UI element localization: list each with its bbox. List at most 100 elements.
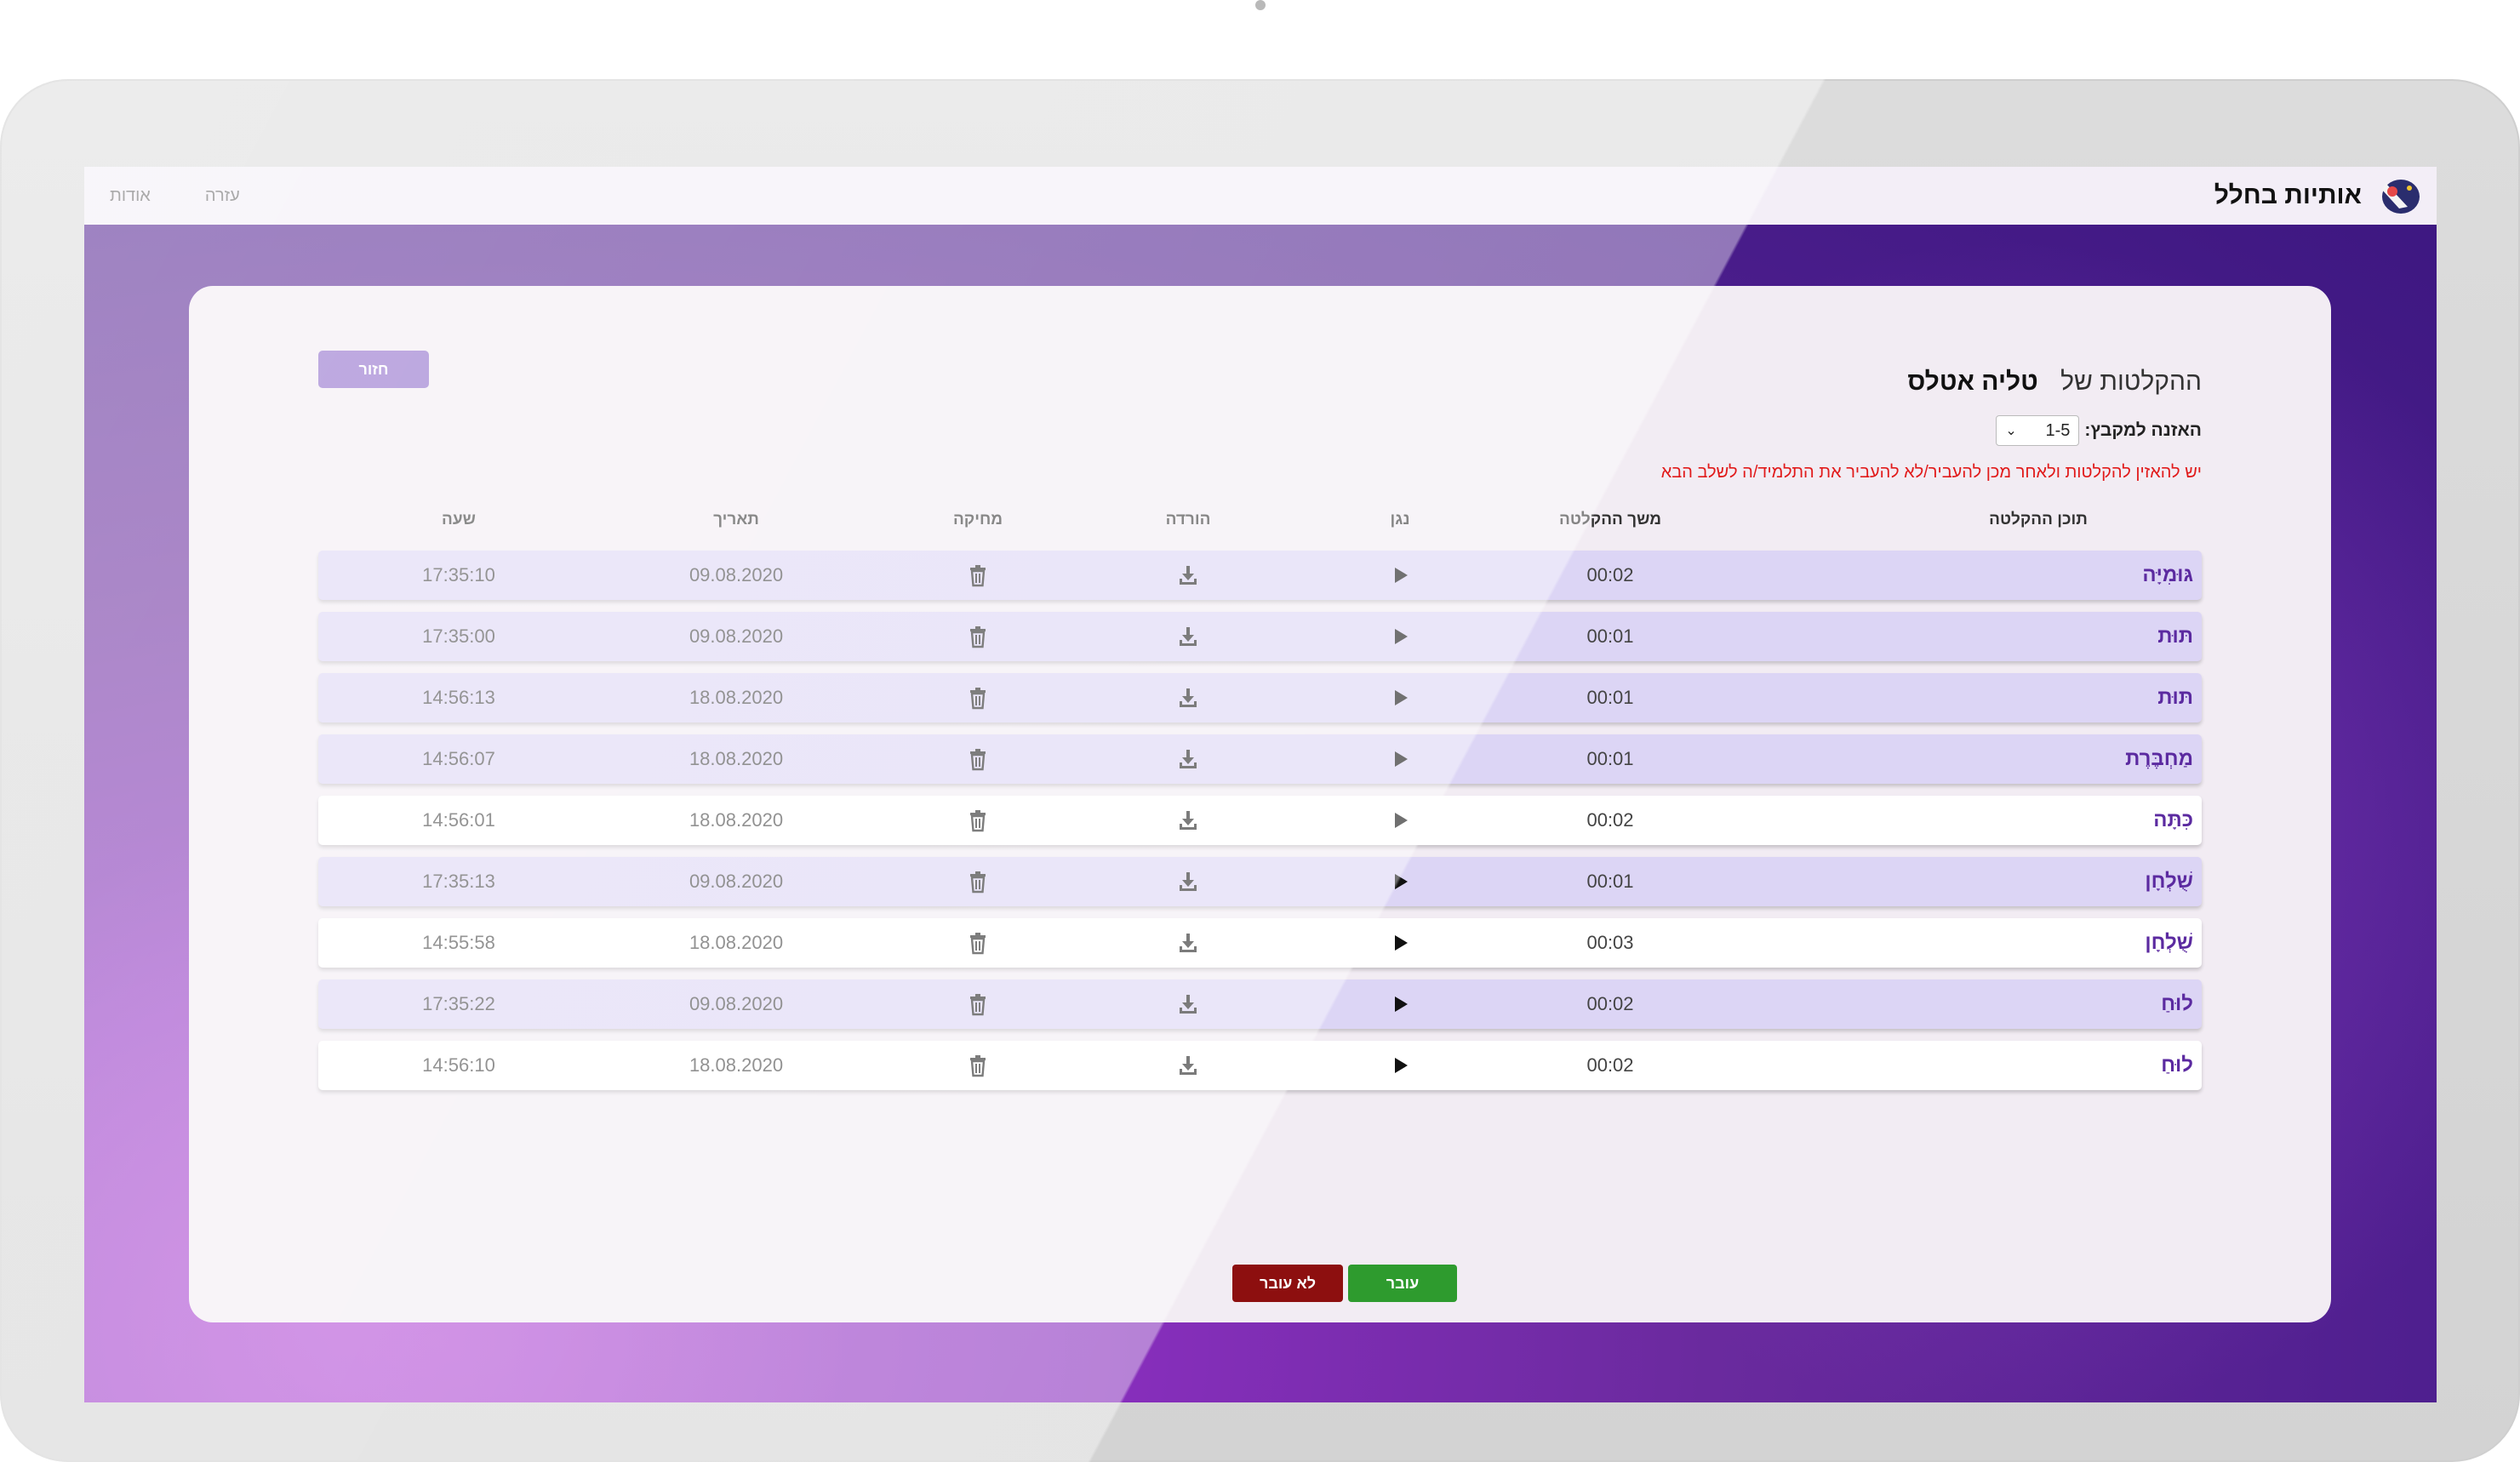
download-icon[interactable] xyxy=(1176,747,1200,771)
trash-icon[interactable] xyxy=(966,1054,990,1077)
header-date: תאריך xyxy=(713,511,759,528)
header-time: שעה xyxy=(442,511,476,528)
listen-batch-select[interactable]: 1-5 ⌄ xyxy=(1996,415,2080,446)
table-row: תּוּת 00:01 09.08.2020 17:35:00 xyxy=(318,612,2202,661)
recording-word: שֻׁלְחָן xyxy=(2145,931,2193,954)
play-icon[interactable] xyxy=(1388,686,1412,710)
student-name: טליה אטלס xyxy=(1907,368,2038,396)
listen-batch-row: האזנה למקבץ: 1-5 ⌄ xyxy=(1996,415,2202,446)
recording-time: 17:35:10 xyxy=(422,564,495,585)
recording-word: תּוּת xyxy=(2157,625,2193,648)
table-header: תוכן ההקלטה משך ההקלטה נגן הורדה מחיקה ת… xyxy=(318,511,2202,536)
table-row: לוּחַ 00:02 18.08.2020 14:56:10 xyxy=(318,1041,2202,1090)
recording-duration: 00:03 xyxy=(1586,932,1634,953)
table-row: לוּחַ 00:02 09.08.2020 17:35:22 xyxy=(318,979,2202,1029)
header-download: הורדה xyxy=(1165,511,1211,528)
table-row: שֻׁלְחָן 00:03 18.08.2020 14:55:58 xyxy=(318,918,2202,968)
trash-icon[interactable] xyxy=(966,563,990,587)
recording-date: 18.08.2020 xyxy=(689,1054,784,1076)
pass-button[interactable]: עובר xyxy=(1348,1265,1457,1302)
play-icon[interactable] xyxy=(1388,870,1412,894)
recording-word: לוּחַ xyxy=(2161,992,2193,1015)
header-duration: משך ההקלטה xyxy=(1558,511,1662,528)
trash-icon[interactable] xyxy=(966,808,990,832)
table-row: תּוּת 00:01 18.08.2020 14:56:13 xyxy=(318,673,2202,722)
recording-time: 14:55:58 xyxy=(422,932,495,953)
listen-batch-label: האזנה למקבץ: xyxy=(2084,420,2202,440)
trash-icon[interactable] xyxy=(966,992,990,1016)
recording-date: 18.08.2020 xyxy=(689,748,784,769)
download-icon[interactable] xyxy=(1176,931,1200,955)
trash-icon[interactable] xyxy=(966,931,990,955)
download-icon[interactable] xyxy=(1176,808,1200,832)
recording-time: 14:56:07 xyxy=(422,748,495,769)
download-icon[interactable] xyxy=(1176,1054,1200,1077)
page-title: ההקלטות של טליה אטלס xyxy=(1907,368,2202,397)
trash-icon[interactable] xyxy=(966,747,990,771)
download-icon[interactable] xyxy=(1176,563,1200,587)
recording-word: תּוּת xyxy=(2157,686,2193,709)
play-icon[interactable] xyxy=(1388,931,1412,955)
warning-message: יש להאזין להקלטות ולאחר מכן להעביר/לא לה… xyxy=(1660,463,2202,482)
camera-dot xyxy=(1255,0,1266,10)
table-row: שֻׁלְחָן 00:01 09.08.2020 17:35:13 xyxy=(318,857,2202,906)
trash-icon[interactable] xyxy=(966,625,990,648)
chevron-down-icon: ⌄ xyxy=(2005,424,2017,438)
play-icon[interactable] xyxy=(1388,625,1412,648)
download-icon[interactable] xyxy=(1176,870,1200,894)
recording-date: 18.08.2020 xyxy=(689,809,784,831)
title-prefix: ההקלטות של xyxy=(2060,368,2202,396)
play-icon[interactable] xyxy=(1388,992,1412,1016)
table-row: מַחְבֶּרֶת 00:01 18.08.2020 14:56:07 xyxy=(318,734,2202,784)
recordings-card: חזור ההקלטות של טליה אטלס האזנה למקבץ: 1… xyxy=(189,286,2331,1322)
download-icon[interactable] xyxy=(1176,992,1200,1016)
recording-word: לוּחַ xyxy=(2161,1054,2193,1077)
header-content: תוכן ההקלטה xyxy=(1989,511,2088,528)
nav-links: אודות עזרה xyxy=(110,186,240,206)
recording-word: מַחְבֶּרֶת xyxy=(2125,747,2193,770)
play-icon[interactable] xyxy=(1388,1054,1412,1077)
recording-date: 09.08.2020 xyxy=(689,871,784,892)
recording-time: 17:35:13 xyxy=(422,871,495,892)
recording-date: 09.08.2020 xyxy=(689,564,784,585)
recording-duration: 00:01 xyxy=(1586,687,1634,708)
download-icon[interactable] xyxy=(1176,625,1200,648)
play-icon[interactable] xyxy=(1388,747,1412,771)
trash-icon[interactable] xyxy=(966,870,990,894)
trash-icon[interactable] xyxy=(966,686,990,710)
recording-time: 17:35:00 xyxy=(422,625,495,647)
play-icon[interactable] xyxy=(1388,808,1412,832)
play-icon[interactable] xyxy=(1388,563,1412,587)
recording-duration: 00:02 xyxy=(1586,564,1634,585)
header-delete: מחיקה xyxy=(952,511,1003,528)
recording-duration: 00:02 xyxy=(1586,993,1634,1014)
recording-time: 14:56:01 xyxy=(422,809,495,831)
table-row: כִּתָּה 00:02 18.08.2020 14:56:01 xyxy=(318,796,2202,845)
brand[interactable]: אותיות בחלל xyxy=(2214,173,2423,219)
recording-duration: 00:01 xyxy=(1586,871,1634,892)
recording-time: 14:56:10 xyxy=(422,1054,495,1076)
recording-date: 18.08.2020 xyxy=(689,932,784,953)
fail-button[interactable]: לא עובר xyxy=(1232,1265,1343,1302)
recording-word: כִּתָּה xyxy=(2153,808,2193,831)
recording-date: 18.08.2020 xyxy=(689,687,784,708)
recording-duration: 00:01 xyxy=(1586,748,1634,769)
recording-duration: 00:02 xyxy=(1586,809,1634,831)
recording-duration: 00:02 xyxy=(1586,1054,1634,1076)
header-player: נגן xyxy=(1390,511,1410,528)
back-button[interactable]: חזור xyxy=(318,351,429,388)
recording-date: 09.08.2020 xyxy=(689,625,784,647)
recording-time: 17:35:22 xyxy=(422,993,495,1014)
recording-date: 09.08.2020 xyxy=(689,993,784,1014)
nav-link-help[interactable]: עזרה xyxy=(205,186,240,206)
brand-title: אותיות בחלל xyxy=(2214,181,2362,209)
nav-link-about[interactable]: אודות xyxy=(110,186,151,206)
table-row: גּוּמִיָּה 00:02 09.08.2020 17:35:10 xyxy=(318,551,2202,600)
app-screen: אודות עזרה אותיות בחלל חזור ההקלטות של ט… xyxy=(84,167,2437,1402)
recording-duration: 00:01 xyxy=(1586,625,1634,647)
download-icon[interactable] xyxy=(1176,686,1200,710)
recording-word: שֻׁלְחָן xyxy=(2145,870,2193,893)
recording-time: 14:56:13 xyxy=(422,687,495,708)
recording-word: גּוּמִיָּה xyxy=(2142,563,2193,586)
listen-batch-value: 1-5 xyxy=(2045,420,2071,440)
